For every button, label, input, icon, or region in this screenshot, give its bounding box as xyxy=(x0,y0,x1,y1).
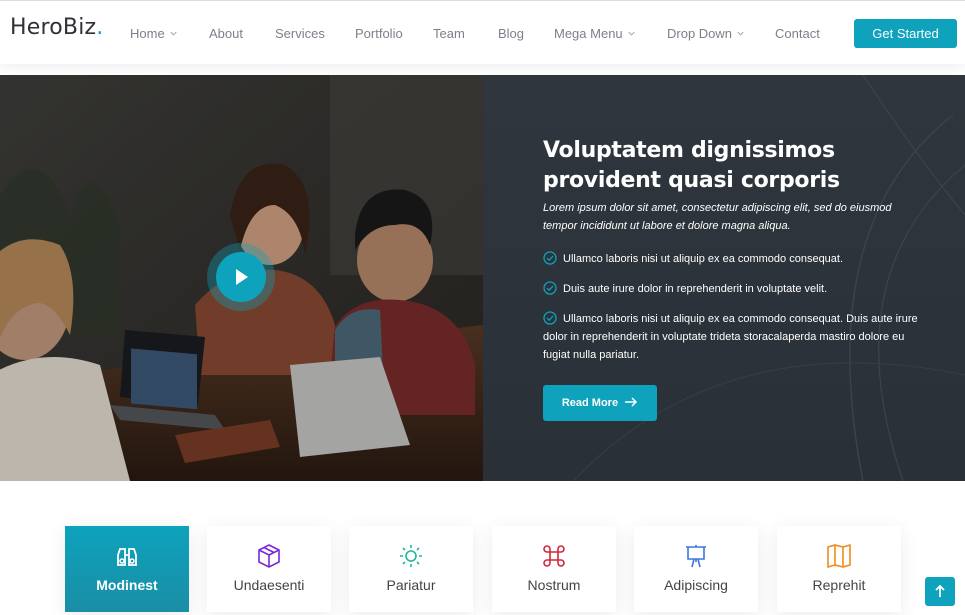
nav-item-contact[interactable]: Contact xyxy=(775,26,820,41)
easel-icon xyxy=(686,545,706,568)
check-circle-icon xyxy=(543,281,557,295)
feature-label: Modinest xyxy=(96,577,158,593)
get-started-button[interactable]: Get Started xyxy=(854,19,957,48)
chevron-down-icon xyxy=(737,31,744,36)
nav-item-portfolio[interactable]: Portfolio xyxy=(355,26,403,41)
nav-item-home[interactable]: Home xyxy=(130,26,177,41)
feature-tab-adipiscing[interactable]: Adipiscing xyxy=(634,526,758,612)
box-icon xyxy=(258,544,280,568)
hero-section: Voluptatem dignissimos provident quasi c… xyxy=(0,75,965,481)
nav-item-about[interactable]: About xyxy=(209,26,243,41)
feature-tab-modinest[interactable]: Modinest xyxy=(65,526,189,612)
nav-item-team[interactable]: Team xyxy=(433,26,465,41)
hero-subtitle: Lorem ipsum dolor sit amet, consectetur … xyxy=(543,202,892,232)
logo[interactable]: HeroBiz. xyxy=(10,15,103,40)
nav-item-mega-menu[interactable]: Mega Menu xyxy=(554,26,635,41)
feature-label: Adipiscing xyxy=(664,577,728,593)
feature-label: Reprehit xyxy=(812,577,866,593)
checklist-item: Ullamco laboris nisi ut aliquip ex ea co… xyxy=(543,311,918,361)
nav-item-drop-down[interactable]: Drop Down xyxy=(667,26,744,41)
chevron-down-icon xyxy=(628,31,635,36)
arrow-right-icon xyxy=(625,397,638,407)
checklist-item: Duis aute irure dolor in reprehenderit i… xyxy=(543,280,923,298)
back-to-top-button[interactable] xyxy=(925,577,955,606)
feature-tab-undaesenti[interactable]: Undaesenti xyxy=(207,526,331,612)
play-icon xyxy=(236,269,248,285)
chevron-down-icon xyxy=(170,31,177,36)
hero-title: Voluptatem dignissimos provident quasi c… xyxy=(543,138,840,193)
feature-tab-reprehit[interactable]: Reprehit xyxy=(777,526,901,612)
arrow-up-icon xyxy=(935,584,945,597)
checklist-item: Ullamco laboris nisi ut aliquip ex ea co… xyxy=(543,250,923,268)
hero-photo xyxy=(0,75,483,481)
map-icon xyxy=(827,543,851,569)
read-more-button[interactable]: Read More xyxy=(543,385,657,421)
command-icon xyxy=(543,545,565,567)
check-circle-icon xyxy=(543,311,557,325)
check-circle-icon xyxy=(543,251,557,265)
feature-tab-pariatur[interactable]: Pariatur xyxy=(349,526,473,612)
nav-item-services[interactable]: Services xyxy=(275,26,325,41)
nav-item-blog[interactable]: Blog xyxy=(498,26,524,41)
play-video-button[interactable] xyxy=(216,252,266,302)
feature-label: Pariatur xyxy=(386,577,436,593)
feature-label: Undaesenti xyxy=(233,577,305,593)
site-header: HeroBiz. Home About Services Portfolio T… xyxy=(0,0,965,64)
binoculars-icon xyxy=(117,548,137,566)
feature-tab-nostrum[interactable]: Nostrum xyxy=(492,526,616,612)
sun-icon xyxy=(400,545,422,567)
feature-label: Nostrum xyxy=(527,577,581,593)
